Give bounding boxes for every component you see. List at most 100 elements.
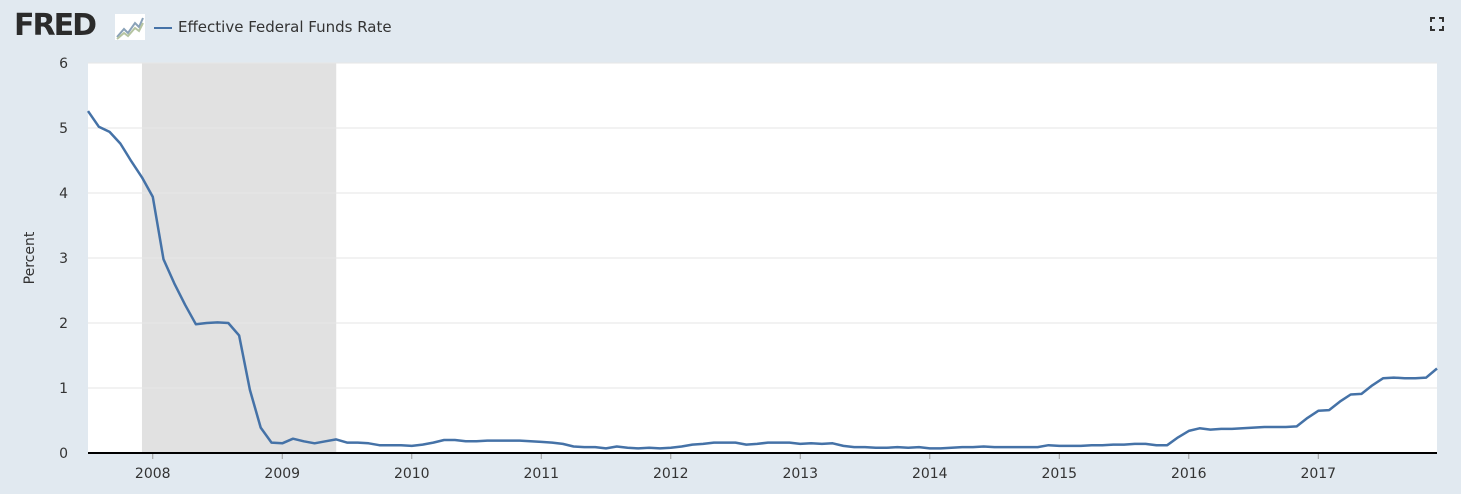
data-point [1090,444,1092,446]
data-point [659,447,661,449]
data-point [691,443,693,445]
data-point [1166,444,1168,446]
chart-plot: 0 1 2 3 4 5 6 2008 2009 2010 2011 2012 2013 2014 2015… [22,56,1438,482]
chart-frame: FRED Effective Federal Funds Rate 012345… [2,2,1459,492]
x-tick-label: 2016 [1171,466,1207,482]
y-tick-label: 0 [59,446,68,462]
data-point [637,447,639,449]
x-tick-label: 2017 [1300,466,1336,482]
y-tick-label: 6 [59,56,68,72]
data-point [378,444,380,446]
y-tick-label: 3 [59,251,68,267]
data-point [141,176,143,178]
data-point [1339,400,1341,402]
data-point [1382,377,1384,379]
x-tick-label: 2013 [782,466,818,482]
x-tick-label: 2012 [653,466,689,482]
data-point [1015,446,1017,448]
data-point [756,443,758,445]
data-point [572,445,574,447]
data-point [518,439,520,441]
data-point [411,445,413,447]
data-point [508,439,510,441]
data-point [993,446,995,448]
data-point [583,446,585,448]
x-tick-label: 2014 [912,466,948,482]
data-point [562,443,564,445]
data-point [1328,409,1330,411]
data-point [1285,426,1287,428]
data-point [421,443,423,445]
data-point [238,334,240,336]
data-point [1349,393,1351,395]
y-tick-label: 2 [59,316,68,332]
data-point [1274,426,1276,428]
data-point [1371,384,1373,386]
data-point [1080,445,1082,447]
data-point [1306,417,1308,419]
data-point [367,442,369,444]
data-point [551,441,553,443]
data-point [821,443,823,445]
y-tick-label: 1 [59,381,68,397]
data-point [1004,446,1006,448]
data-point [173,282,175,284]
y-axis-label: Percent [22,231,38,284]
x-tick-label: 2011 [523,466,559,482]
data-point [972,446,974,448]
data-point [249,389,251,391]
data-point [1360,393,1362,395]
data-point [98,126,100,128]
data-point [216,321,218,323]
data-point [875,447,877,449]
data-point [195,323,197,325]
data-point [206,322,208,324]
data-point [788,441,790,443]
data-point [777,441,779,443]
data-point [734,441,736,443]
data-point [810,442,812,444]
data-point [670,447,672,449]
data-point [270,441,272,443]
data-point [864,446,866,448]
data-point [475,440,477,442]
data-point [130,160,132,162]
data-point [896,446,898,448]
data-point [184,304,186,306]
data-point [680,445,682,447]
data-point [1177,436,1179,438]
data-point [626,447,628,449]
data-point [540,441,542,443]
data-point [1436,367,1438,369]
data-point [443,439,445,441]
data-point [1263,426,1265,428]
data-point [594,446,596,448]
data-point [1198,427,1200,429]
x-tick-label: 2010 [394,466,430,482]
data-point [961,446,963,448]
data-point [465,440,467,442]
data-point [1252,426,1254,428]
data-point [950,447,952,449]
data-point [357,441,359,443]
data-point [605,447,607,449]
x-tick-label: 2009 [264,466,300,482]
data-point [324,440,326,442]
data-point [486,439,488,441]
data-point [724,441,726,443]
data-point [1414,377,1416,379]
data-point [1155,444,1157,446]
data-point [745,443,747,445]
data-point [918,446,920,448]
data-point [497,439,499,441]
data-point [259,426,261,428]
data-point [335,438,337,440]
data-point [1403,377,1405,379]
data-point [713,441,715,443]
data-point [907,447,909,449]
data-point [983,445,985,447]
data-point [767,441,769,443]
data-point [1036,446,1038,448]
data-point [281,442,283,444]
x-tick-label: 2015 [1041,466,1077,482]
